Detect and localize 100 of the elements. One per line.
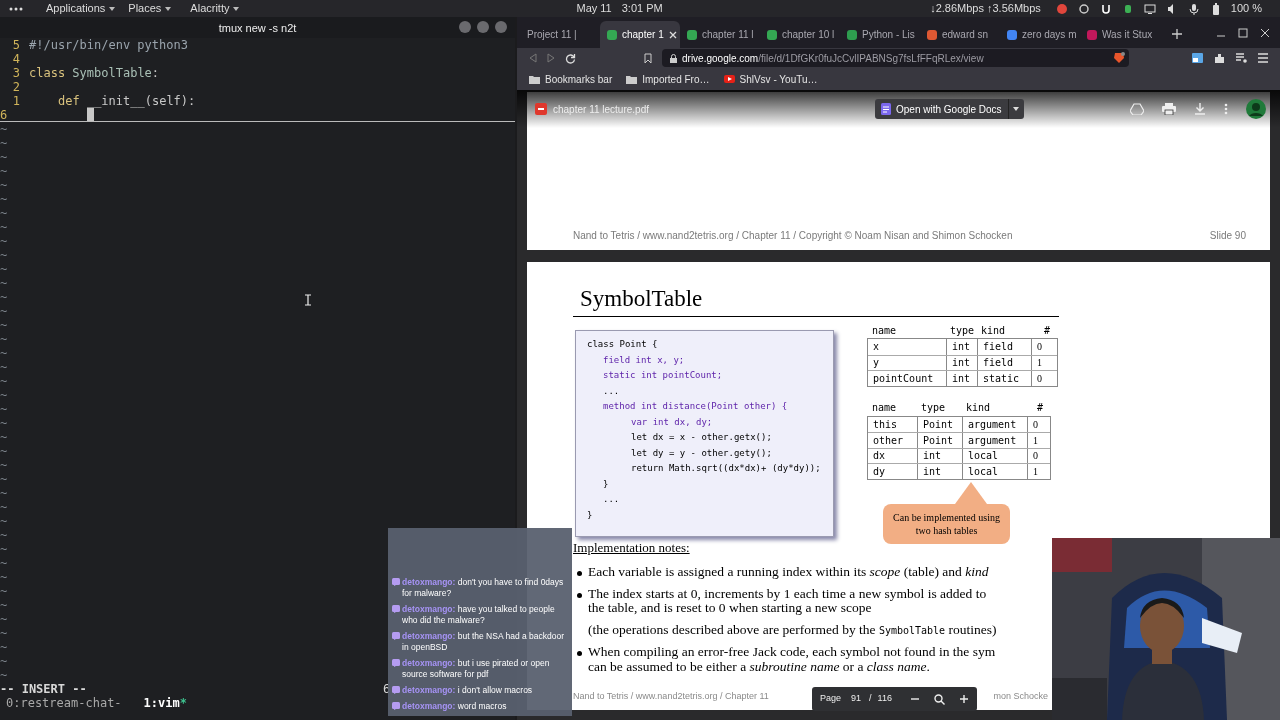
reload-icon[interactable]	[565, 52, 576, 64]
caret-icon	[164, 4, 173, 13]
table-cell: int	[946, 339, 977, 355]
microphone-icon	[1187, 2, 1200, 15]
close-button[interactable]	[495, 21, 507, 33]
table-cell: local	[962, 464, 1027, 479]
table-cell: 0	[1031, 371, 1057, 386]
caret-icon[interactable]	[1012, 105, 1021, 113]
empty-line-marker: ~	[0, 248, 8, 262]
maximize-button[interactable]	[477, 21, 489, 33]
browser-tab[interactable]: chapter 1	[600, 21, 680, 48]
shield-icon[interactable]	[1113, 52, 1125, 64]
note-text: When compiling an error-free Jack code, each symbol not found in the sym can be assumed to be either a subroutine name or a class name.	[588, 645, 996, 674]
top-menu[interactable]: Applications	[40, 0, 123, 17]
tmux-window-tab[interactable]: 1:vim*	[143, 696, 187, 710]
column-header: type	[949, 323, 976, 338]
puzzle-icon[interactable]	[1214, 52, 1225, 64]
browser-tab[interactable]: chapter 11 l	[680, 21, 760, 48]
note-text: The index starts at 0, increments by 1 each time a new symbol is added to the table, and is reset to 0 when starting a new scope	[588, 586, 987, 616]
bookmark-item[interactable]: Bookmarks bar	[529, 71, 613, 87]
table-cell: argument	[962, 416, 1027, 432]
column-header: kind	[980, 323, 1007, 338]
more-icon[interactable]	[1224, 103, 1228, 115]
note-text: Each variable is assigned a running index within its scope (table) and kind	[588, 565, 989, 580]
browser-tab[interactable]: chapter 10 l	[760, 21, 840, 48]
chat-bubble-icon	[392, 659, 400, 667]
browser-tab[interactable]: Project 11 |	[520, 21, 600, 48]
chat-message: detoxmango: i don't allow macros	[402, 685, 533, 696]
open-with-button[interactable]: Open with Google Docs	[875, 99, 1024, 119]
bookmark-icon[interactable]	[644, 52, 652, 64]
table-cell: int	[917, 448, 962, 463]
empty-line-marker: ~	[0, 640, 8, 654]
window-icon[interactable]	[1192, 52, 1203, 63]
column-header: #	[1042, 323, 1051, 338]
empty-line-marker: ~	[0, 304, 8, 318]
document-icon	[881, 103, 891, 115]
zoom-in-icon[interactable]	[958, 694, 969, 704]
code-line: static int pointCount;	[603, 369, 723, 382]
line-number: 2	[11, 80, 21, 94]
browser-tab[interactable]: zero days m	[1000, 21, 1080, 48]
bookmark-item[interactable]: ShlVsv - YouTu…	[723, 71, 818, 87]
new-tab-icon[interactable]	[1172, 29, 1182, 39]
play-icon	[723, 75, 735, 83]
chat-bubble-icon	[392, 702, 400, 710]
code-line: method int distance(Point other) {	[603, 400, 788, 413]
playlist-icon[interactable]	[1236, 52, 1247, 63]
code-line: class SymbolTable:	[29, 66, 160, 80]
empty-line-marker: ~	[0, 346, 8, 360]
table-cell: 0	[1027, 448, 1050, 463]
print-icon[interactable]	[1162, 103, 1176, 115]
page-number-field[interactable]: 91	[849, 692, 864, 706]
empty-line-marker: ~	[0, 150, 8, 164]
browser-tab[interactable]: edward sn	[920, 21, 1000, 48]
maximize-icon[interactable]	[1238, 28, 1248, 38]
chat-bubble-icon	[392, 605, 400, 613]
table-cell-text: pointCount	[872, 371, 935, 386]
search-icon[interactable]	[933, 693, 945, 705]
browser-tab[interactable]: Was it Stux	[1080, 21, 1160, 48]
magnet-icon	[1099, 2, 1112, 15]
folder-icon	[626, 74, 638, 84]
column-header: type	[920, 401, 947, 415]
empty-line-marker: ~	[0, 612, 8, 626]
empty-line-marker: ~	[0, 206, 8, 220]
close-icon[interactable]	[668, 30, 677, 39]
window-title: tmux new -s n2t	[218, 20, 297, 35]
top-menu[interactable]: Alacritty	[184, 0, 247, 17]
empty-line-marker: ~	[0, 542, 8, 556]
top-menu[interactable]: Places	[122, 0, 179, 17]
code-line: }	[587, 508, 593, 522]
minimize-button[interactable]	[459, 21, 471, 33]
battery-percent: 100 %	[1230, 1, 1262, 17]
date-label: May 11	[576, 1, 612, 17]
avatar-icon[interactable]	[1246, 99, 1266, 119]
table-cell: int	[946, 371, 977, 386]
file-name: chapter 11 lecture.pdf	[553, 102, 649, 117]
download-icon[interactable]	[1194, 103, 1206, 115]
close-icon[interactable]	[1260, 28, 1270, 38]
table-cell: int	[946, 355, 977, 370]
code-line: var int dx, dy;	[631, 415, 713, 429]
table-cell: static	[977, 371, 1031, 386]
empty-line-marker: ~	[0, 192, 8, 206]
code-line: return Math.sqrt((dx*dx)+ (dy*dy));	[631, 462, 821, 475]
tmux-window-tab[interactable]: 0:restream-chat-	[6, 696, 122, 710]
code-line: ...	[603, 384, 620, 398]
empty-line-marker: ~	[0, 500, 8, 514]
code-line: let dy = y - other.gety();	[631, 446, 772, 460]
code-line: ...	[603, 493, 620, 506]
empty-line-marker: ~	[0, 318, 8, 332]
browser-tab[interactable]: Python - Lis	[840, 21, 920, 48]
menu-icon[interactable]	[1258, 52, 1268, 63]
bookmark-item[interactable]: Imported Fro…	[626, 71, 710, 87]
address-bar[interactable]: drive.google.com/file/d/1DfGKr0fuJcCvlIPABNSg7fsLfFFqRLex/view	[662, 49, 1129, 67]
code-line: #!/usr/bin/env python3	[29, 38, 188, 52]
table-cell-text: this	[872, 417, 899, 432]
activities-icon[interactable]	[9, 5, 23, 12]
slide-footer: mon Schocke	[993, 689, 1048, 703]
text-cursor	[87, 108, 94, 121]
code-line: def __init__(self):	[58, 94, 196, 108]
empty-line-marker: ~	[0, 584, 8, 598]
empty-line-marker: ~	[0, 472, 8, 486]
